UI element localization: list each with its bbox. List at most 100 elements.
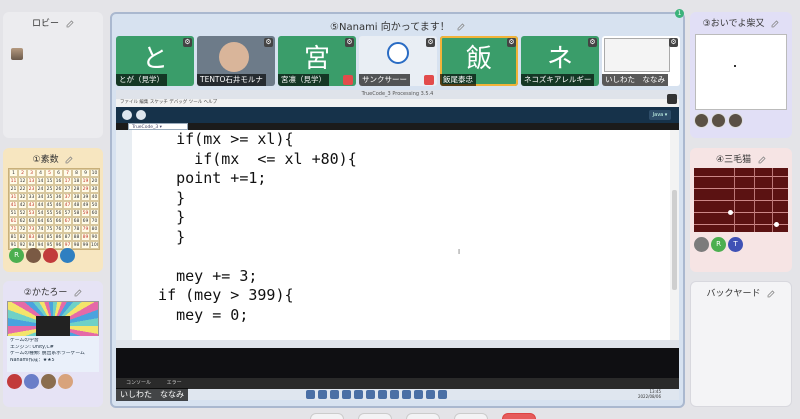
code-text[interactable]: if(mx >= xl){ if(mx <= xl +80){ point +=…	[132, 130, 670, 325]
participant-tile[interactable]: と ⚙ とが（見学）	[116, 36, 194, 86]
code-editor[interactable]: if(mx >= xl){ if(mx <= xl +80){ point +=…	[132, 130, 670, 340]
grid-cell: 71	[9, 225, 18, 233]
share-screen-button[interactable]	[406, 413, 440, 419]
grid-cell: 36	[54, 193, 63, 201]
mode-selector[interactable]: Java ▾	[649, 110, 671, 120]
participant-name: 宮凛（見学）	[278, 74, 329, 86]
avatar[interactable]	[728, 113, 743, 128]
grid-cell: 33	[27, 193, 36, 201]
app-icon[interactable]	[354, 390, 363, 399]
lobby-panel[interactable]: ロビー	[3, 12, 103, 138]
stop-icon[interactable]	[136, 110, 146, 120]
grid-cell: 81	[9, 233, 18, 241]
menu-bar[interactable]: ファイル 編集 スケッチ デバッグ ツール ヘルプ	[116, 99, 679, 107]
grid-cell: 37	[63, 193, 72, 201]
shared-screen-thumbnail[interactable]	[695, 34, 787, 110]
grid-cell: 78	[72, 225, 81, 233]
gear-icon[interactable]: ⚙	[264, 38, 273, 47]
edit-icon[interactable]	[767, 289, 776, 298]
search-icon[interactable]	[318, 390, 327, 399]
edit-icon[interactable]	[758, 155, 766, 164]
participant-tiles: と ⚙ とが（見学） ⚙ TENTO石井モルナ宮 ⚙ 宮凛（見学） ⚙ サンクサーー飯 ⚙ 飯尾泰忠…	[116, 36, 680, 86]
screen-share[interactable]: TrueCode_3 Processing 3.5.4 ファイル 編集 スケッチ…	[116, 90, 679, 400]
grid-cell: 40	[90, 193, 99, 201]
app-icon[interactable]	[438, 390, 447, 399]
leave-button[interactable]	[502, 413, 536, 419]
gear-icon[interactable]: ⚙	[588, 38, 597, 47]
grid-cell: 17	[63, 177, 72, 185]
grid-cell: 22	[18, 185, 27, 193]
avatar[interactable]	[694, 237, 709, 252]
grid-cell: 68	[72, 217, 81, 225]
room-oideyo-panel[interactable]: ③おいでよ柴又	[690, 12, 792, 138]
camera-button[interactable]	[358, 413, 392, 419]
grid-cell: 100	[90, 241, 99, 249]
fullscreen-icon[interactable]	[667, 94, 677, 104]
edit-icon[interactable]	[74, 288, 82, 297]
gear-icon[interactable]: ⚙	[669, 38, 678, 47]
tab-console[interactable]: コンソール	[126, 380, 151, 386]
avatar[interactable]	[41, 374, 56, 389]
mic-button[interactable]	[310, 413, 344, 419]
room-katarou-panel[interactable]: ②かたろー ゲームの学習 エンジン: Unity,C# ゲームの種類: 脱出系ホ…	[3, 281, 103, 407]
room-katarou-title-text: ②かたろー	[23, 288, 68, 298]
room-sosu-panel[interactable]: ①素数 1 2 3 4 5 6 7 8 9 10 11 12 13 14 15 16 17 18 19 20 21 22 2…	[3, 148, 103, 272]
browser-icon[interactable]	[342, 390, 351, 399]
avatar[interactable]	[60, 248, 75, 263]
code-line: mey = 0;	[140, 305, 249, 324]
participant-tile[interactable]: ネ ⚙ ネコズキアレルギー	[521, 36, 599, 86]
console-divider[interactable]	[116, 340, 679, 348]
code-line: if(mx >= xl){	[140, 130, 294, 148]
avatar[interactable]	[711, 113, 726, 128]
participant-tile[interactable]: 飯 ⚙ 飯尾泰忠	[440, 36, 518, 86]
app-icon[interactable]	[426, 390, 435, 399]
grid-cell: 65	[45, 217, 54, 225]
avatar[interactable]	[43, 248, 58, 263]
app-icon[interactable]	[390, 390, 399, 399]
app-icon[interactable]	[402, 390, 411, 399]
grid-cell: 77	[63, 225, 72, 233]
folder-icon[interactable]	[330, 390, 339, 399]
app-icon[interactable]	[378, 390, 387, 399]
grid-cell: 55	[45, 209, 54, 217]
avatar[interactable]	[24, 374, 39, 389]
edit-icon[interactable]	[66, 19, 74, 28]
room-main-panel[interactable]: ⑤Nanami 向かってます！ と ⚙ とが（見学） ⚙ TENTO石井モルナ宮 ⚙ 宮凛（…	[110, 12, 685, 408]
gear-icon[interactable]: ⚙	[426, 38, 435, 47]
gear-icon[interactable]: ⚙	[345, 38, 354, 47]
gear-icon[interactable]: ⚙	[507, 38, 516, 47]
shared-screen-thumbnail[interactable]	[694, 168, 788, 232]
grid-cell: 88	[72, 233, 81, 241]
grid-cell: 35	[45, 193, 54, 201]
room-backyard-panel[interactable]: バックヤード	[690, 281, 792, 407]
scrollbar[interactable]	[670, 130, 679, 340]
edit-icon[interactable]	[771, 19, 779, 28]
gear-icon[interactable]: ⚙	[183, 38, 192, 47]
avatar[interactable]	[7, 374, 22, 389]
avatar[interactable]: T	[728, 237, 743, 252]
room-backyard-title: バックヤード	[691, 282, 791, 299]
tab-errors[interactable]: エラー	[167, 380, 182, 386]
edit-icon[interactable]	[457, 23, 465, 31]
avatar[interactable]	[26, 248, 41, 263]
slide-line: ゲームの種類: 脱出系ホラーゲーム	[10, 351, 85, 356]
avatar[interactable]: R	[9, 248, 24, 263]
participant-tile[interactable]: ⚙ サンクサーー	[359, 36, 437, 86]
grid-cell: 42	[18, 201, 27, 209]
edit-icon[interactable]	[65, 155, 74, 164]
avatar[interactable]: R	[711, 237, 726, 252]
avatar[interactable]	[694, 113, 709, 128]
participant-tile[interactable]: 宮 ⚙ 宮凛（見学）	[278, 36, 356, 86]
run-icon[interactable]	[122, 110, 132, 120]
avatar[interactable]	[11, 48, 23, 60]
start-icon[interactable]	[306, 390, 315, 399]
app-icon[interactable]	[414, 390, 423, 399]
sketch-tab[interactable]: TrueCode_3 ▾	[128, 123, 188, 130]
app-icon[interactable]	[366, 390, 375, 399]
grid-cell: 15	[45, 177, 54, 185]
avatar[interactable]	[58, 374, 73, 389]
room-mikeneko-panel[interactable]: ④三毛猫 R T	[690, 148, 792, 272]
participant-tile[interactable]: ⚙ いしわた ななみ	[602, 36, 680, 86]
settings-button[interactable]	[454, 413, 488, 419]
participant-tile[interactable]: ⚙ TENTO石井モルナ	[197, 36, 275, 86]
